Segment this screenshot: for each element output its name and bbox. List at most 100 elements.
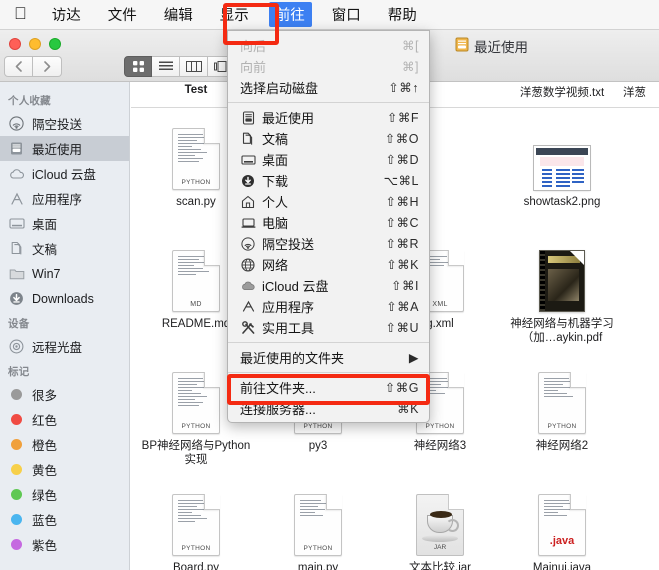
sidebar-section-favorites-header: 个人收藏 [8,95,51,107]
recents-icon [455,37,469,55]
menu-window[interactable]: 窗口 [329,2,364,27]
go-menu-item-desktop[interactable]: 桌面 ⇧⌘D [228,149,429,170]
go-menu-item-go-to-folder[interactable]: 前往文件夹... ⇧⌘G [228,377,429,398]
sidebar-item-icloud[interactable]: iCloud 云盘 [0,161,129,186]
go-menu-item-recents[interactable]: 最近使用 ⇧⌘F [228,107,429,128]
desktop-icon [240,152,256,168]
go-menu-item-icloud-drive[interactable]: iCloud 云盘 ⇧⌘I [228,275,429,296]
minimize-button[interactable] [29,38,41,50]
tag-dot-icon [8,461,25,478]
go-menu-item-utilities[interactable]: 实用工具 ⇧⌘U [228,317,429,338]
menu-item-label: 前往文件夹... [240,381,316,396]
file-label: BP神经网络与Python实现 [141,440,251,466]
forward-button[interactable] [33,56,62,77]
menu-finder[interactable]: 访达 [49,2,84,27]
menu-separator [228,372,429,373]
file-label: Board.py [172,562,220,570]
file-kind-label: MD [190,301,202,308]
menu-item-label: 隔空投送 [262,237,315,252]
sidebar-item-win7[interactable]: Win7 [0,261,129,286]
file-item[interactable] [623,108,659,230]
menu-item-label: 向前 [240,60,267,75]
file-item[interactable]: PYTHON Board.py [135,474,257,570]
file-item[interactable]: PYTHON 神经网络2 [501,352,623,474]
sidebar-tag-blue[interactable]: 蓝色 [0,507,129,532]
apple-logo-icon[interactable]:  [14,5,27,22]
file-item[interactable]: .java Mainui.java [501,474,623,570]
list-view-button[interactable] [152,56,180,77]
go-menu-item-computer[interactable]: 电脑 ⇧⌘C [228,212,429,233]
go-menu-item-network[interactable]: 网络 ⇧⌘K [228,254,429,275]
go-menu-item-airdrop[interactable]: 隔空投送 ⇧⌘R [228,233,429,254]
sidebar-item-label: 应用程序 [32,193,83,207]
sidebar[interactable]: 个人收藏 隔空投送 最近使用 iCloud 云盘 应用程序 桌面 文稿 Win7… [0,82,130,570]
go-menu-item-select-startup-disk[interactable]: 选择启动磁盘 ⇧⌘↑ [228,77,429,98]
file-item[interactable]: showtask2.png [501,108,623,230]
menu-item-shortcut: ⇧⌘R [385,237,419,251]
close-button[interactable] [9,38,21,50]
file-item[interactable]: bp神 [623,352,659,474]
menu-separator [228,342,429,343]
menu-item-shortcut: ⇧⌘D [385,153,419,167]
sidebar-item-recents[interactable]: 最近使用 [0,136,129,161]
menu-help[interactable]: 帮助 [385,2,420,27]
go-menu-item-recent-folders[interactable]: 最近使用的文件夹 ▶ [228,347,429,368]
go-menu-dropdown[interactable]: 向后 ⌘[ 向前 ⌘] 选择启动磁盘 ⇧⌘↑ 最近使用 ⇧⌘F 文稿 ⇧⌘O 桌… [227,30,430,423]
file-item[interactable]: 神经网络与机器学习（加…aykin.pdf [501,230,623,352]
file-label: py3 [308,440,328,452]
go-menu-item-applications[interactable]: 应用程序 ⇧⌘A [228,296,429,317]
file-kind-label: PYTHON [425,423,455,430]
recents-icon [8,140,25,157]
menu-view[interactable]: 显示 [217,2,252,27]
file-item[interactable]: M [623,474,659,570]
zoom-button[interactable] [49,38,61,50]
sidebar-item-applications[interactable]: 应用程序 [0,186,129,211]
menu-item-label: 下载 [262,174,289,189]
downloads-icon [8,290,25,307]
file-item[interactable]: 朴 [623,230,659,352]
column-view-button[interactable] [180,56,208,77]
file-item[interactable]: JAR 文本比较.jar [379,474,501,570]
sidebar-item-documents[interactable]: 文稿 [0,236,129,261]
tag-dot-icon [8,436,25,453]
sidebar-tag-green[interactable]: 绿色 [0,482,129,507]
sidebar-section-tags-header: 标记 [8,366,30,378]
file-item[interactable]: PYTHON main.py [257,474,379,570]
sidebar-item-label: 最近使用 [32,143,83,157]
menu-edit[interactable]: 编辑 [161,2,196,27]
sidebar-tag-many[interactable]: 很多 [0,382,129,407]
file-label: showtask2.png [523,196,601,208]
python-file-icon: PYTHON [172,358,220,434]
icon-view-button[interactable] [124,56,152,77]
view-mode-segmented-control [124,56,236,77]
go-menu-item-documents[interactable]: 文稿 ⇧⌘O [228,128,429,149]
go-menu-item-home[interactable]: 个人 ⇧⌘H [228,191,429,212]
sidebar-tag-orange[interactable]: 橙色 [0,432,129,457]
menu-item-shortcut: ⌘K [397,402,419,416]
sidebar-item-label: Win7 [32,266,61,281]
back-button[interactable] [4,56,33,77]
icloud-icon [240,278,256,294]
menu-item-shortcut: ⇧⌘K [386,258,419,272]
sidebar-tag-yellow[interactable]: 黄色 [0,457,129,482]
sidebar-tag-red[interactable]: 红色 [0,407,129,432]
tag-dot-icon [8,536,25,553]
tag-dot-icon [8,511,25,528]
menu-item-shortcut: ⇧⌘O [384,132,419,146]
go-menu-item-downloads[interactable]: 下载 ⌥⌘L [228,170,429,191]
menu-go[interactable]: 前往 [268,2,312,27]
file-label: 朴 [628,317,659,331]
sidebar-item-remote-disc[interactable]: 远程光盘 [0,334,129,359]
menu-item-shortcut: ⇧⌘F [386,111,419,125]
sidebar-item-downloads[interactable]: Downloads [0,286,129,311]
menu-item-shortcut: ⇧⌘C [385,216,419,230]
sidebar-item-desktop[interactable]: 桌面 [0,211,129,236]
sidebar-item-airdrop[interactable]: 隔空投送 [0,111,129,136]
sidebar-item-label: 隔空投送 [32,118,83,132]
menu-file[interactable]: 文件 [105,2,140,27]
file-kind-label: PYTHON [303,423,333,430]
file-label: Mainui.java [532,562,592,570]
go-menu-item-connect-to-server[interactable]: 连接服务器... ⌘K [228,398,429,419]
tag-dot-icon [8,411,25,428]
sidebar-tag-purple[interactable]: 紫色 [0,532,129,557]
